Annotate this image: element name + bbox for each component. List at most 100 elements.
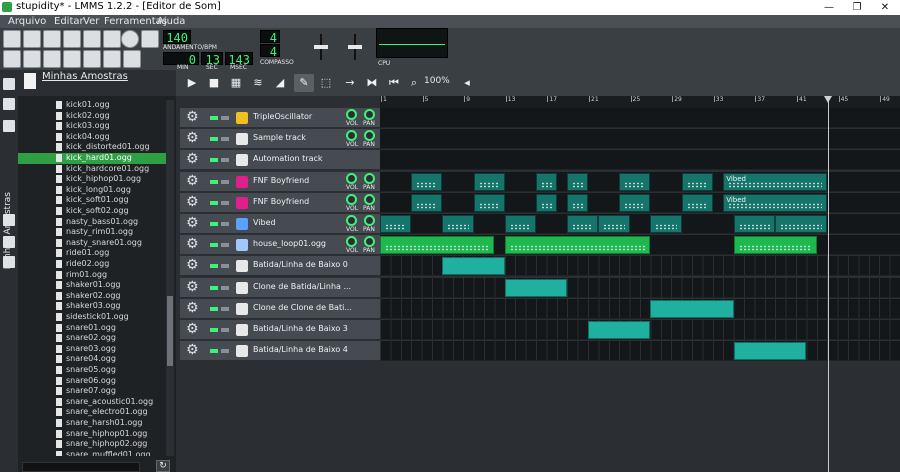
file-item[interactable]: snare01.ogg: [18, 323, 166, 334]
track-settings-gear-icon[interactable]: ⚙: [186, 258, 199, 273]
solo-toggle[interactable]: [221, 158, 229, 163]
menu-help[interactable]: Ajuda: [157, 15, 185, 28]
song-editor-icon[interactable]: [3, 50, 21, 68]
zoom-select[interactable]: 100%: [424, 76, 450, 86]
volume-knob[interactable]: [346, 172, 357, 184]
computer-icon[interactable]: [3, 256, 15, 268]
track-lane[interactable]: [380, 150, 900, 171]
volume-knob[interactable]: [346, 215, 357, 226]
minimize-button[interactable]: —: [815, 0, 843, 15]
recent-projects-icon[interactable]: [63, 30, 81, 48]
pattern-clip[interactable]: [567, 215, 599, 233]
track-name[interactable]: Sample track: [253, 133, 353, 142]
file-item[interactable]: shaker02.ogg: [18, 291, 166, 302]
my-presets-icon[interactable]: [3, 214, 15, 226]
file-item[interactable]: kick02.ogg: [18, 111, 166, 122]
file-item[interactable]: snare_harsh01.ogg: [18, 418, 166, 429]
track-header[interactable]: ⚙ Sample track VOL PAN: [180, 129, 380, 150]
track-lane[interactable]: Vibed: [380, 171, 900, 192]
file-item[interactable]: snare_hiphop02.ogg: [18, 439, 166, 450]
file-item[interactable]: kick_distorted01.ogg: [18, 142, 166, 153]
file-item[interactable]: nasty_bass01.ogg: [18, 217, 166, 228]
master-volume-slider[interactable]: [310, 34, 332, 60]
mute-toggle[interactable]: [210, 116, 218, 120]
file-item[interactable]: kick03.ogg: [18, 121, 166, 132]
track-settings-gear-icon[interactable]: ⚙: [186, 216, 199, 231]
file-item[interactable]: kick_soft01.ogg: [18, 195, 166, 206]
stop-behaviour-button[interactable]: ⏮: [384, 74, 404, 92]
filter-input[interactable]: [22, 462, 140, 472]
track-name[interactable]: FNF Boyfriend: [253, 176, 353, 185]
solo-toggle[interactable]: [221, 222, 229, 226]
whats-this-icon[interactable]: [121, 30, 139, 48]
pattern-clip[interactable]: [380, 215, 412, 233]
refresh-button[interactable]: ↻: [156, 460, 170, 472]
pattern-clip[interactable]: [733, 215, 776, 233]
pan-knob[interactable]: [364, 236, 375, 248]
menu-view[interactable]: Ver: [83, 15, 99, 28]
pattern-clip[interactable]: [619, 172, 651, 191]
solo-toggle[interactable]: [221, 179, 229, 184]
playhead-marker-icon[interactable]: [824, 96, 832, 103]
track-name[interactable]: Batida/Linha de Baixo 0: [253, 260, 353, 269]
pattern-clip[interactable]: [536, 172, 557, 191]
track-name[interactable]: Clone de Batida/Linha ...: [253, 282, 353, 291]
file-item[interactable]: snare_acoustic01.ogg: [18, 397, 166, 408]
track-lane[interactable]: [380, 256, 900, 277]
track-settings-gear-icon[interactable]: ⚙: [186, 343, 199, 358]
pattern-clip[interactable]: [775, 215, 828, 233]
pattern-clip[interactable]: [650, 215, 682, 233]
file-list-scrollbar[interactable]: [166, 100, 174, 456]
volume-knob[interactable]: [346, 236, 357, 248]
master-pitch-slider[interactable]: [340, 34, 362, 60]
pattern-clip[interactable]: [567, 172, 588, 191]
tempo-display[interactable]: 140: [163, 30, 191, 45]
mute-toggle[interactable]: [210, 349, 218, 354]
file-item[interactable]: shaker03.ogg: [18, 301, 166, 312]
solo-toggle[interactable]: [221, 306, 229, 311]
file-item[interactable]: sidestick01.ogg: [18, 312, 166, 323]
metronome-icon[interactable]: [141, 30, 159, 48]
solo-toggle[interactable]: [221, 349, 229, 354]
mute-toggle[interactable]: [210, 222, 218, 226]
file-item[interactable]: snare02.ogg: [18, 333, 166, 344]
solo-toggle[interactable]: [221, 328, 229, 332]
track-header[interactable]: ⚙ house_loop01.ogg VOL PAN: [180, 235, 380, 256]
time-signature-denominator[interactable]: 4: [260, 44, 280, 59]
mute-toggle[interactable]: [210, 264, 218, 269]
mute-toggle[interactable]: [210, 179, 218, 184]
maximize-button[interactable]: ❐: [843, 0, 871, 15]
file-item[interactable]: snare04.ogg: [18, 354, 166, 365]
root-directory-icon[interactable]: [3, 78, 15, 90]
file-item[interactable]: snare_electro01.ogg: [18, 407, 166, 418]
mute-toggle[interactable]: [210, 158, 218, 163]
volume-knob[interactable]: [346, 130, 357, 142]
file-item[interactable]: kick_hardcore01.ogg: [18, 164, 166, 175]
file-item[interactable]: snare_muffled01.ogg: [18, 450, 166, 456]
file-list[interactable]: kick01.ogg kick02.ogg kick03.ogg kick04.ogg…: [18, 100, 166, 456]
track-settings-gear-icon[interactable]: ⚙: [186, 131, 199, 146]
timeline-ruler[interactable]: 1 5 9 13 17 21 25 29 33 37 41 45 49: [380, 96, 900, 108]
pattern-clip[interactable]: [442, 215, 474, 233]
pattern-clip[interactable]: [733, 342, 807, 361]
track-header[interactable]: ⚙ Batida/Linha de Baixo 0: [180, 256, 380, 277]
mute-toggle[interactable]: [210, 328, 218, 332]
time-signature-numerator[interactable]: 4: [260, 30, 280, 45]
track-lane[interactable]: [380, 277, 900, 298]
pan-knob[interactable]: [364, 109, 375, 120]
track-lane[interactable]: [380, 320, 900, 340]
track-lane[interactable]: [380, 129, 900, 150]
auto-scroll-button[interactable]: →: [340, 74, 360, 92]
pattern-clip[interactable]: [598, 215, 630, 233]
pattern-clip[interactable]: [588, 321, 651, 339]
track-name[interactable]: Batida/Linha de Baixo 4: [253, 345, 353, 354]
track-header[interactable]: ⚙ Batida/Linha de Baixo 4: [180, 341, 380, 362]
track-lane[interactable]: [380, 108, 900, 128]
pattern-clip[interactable]: [411, 193, 443, 212]
loop-points-button[interactable]: ⧓: [362, 74, 382, 92]
pattern-clip[interactable]: [504, 215, 536, 233]
track-header[interactable]: ⚙ Automation track: [180, 150, 380, 171]
mute-toggle[interactable]: [210, 200, 218, 205]
solo-toggle[interactable]: [221, 200, 229, 205]
pattern-clip[interactable]: [733, 236, 817, 255]
